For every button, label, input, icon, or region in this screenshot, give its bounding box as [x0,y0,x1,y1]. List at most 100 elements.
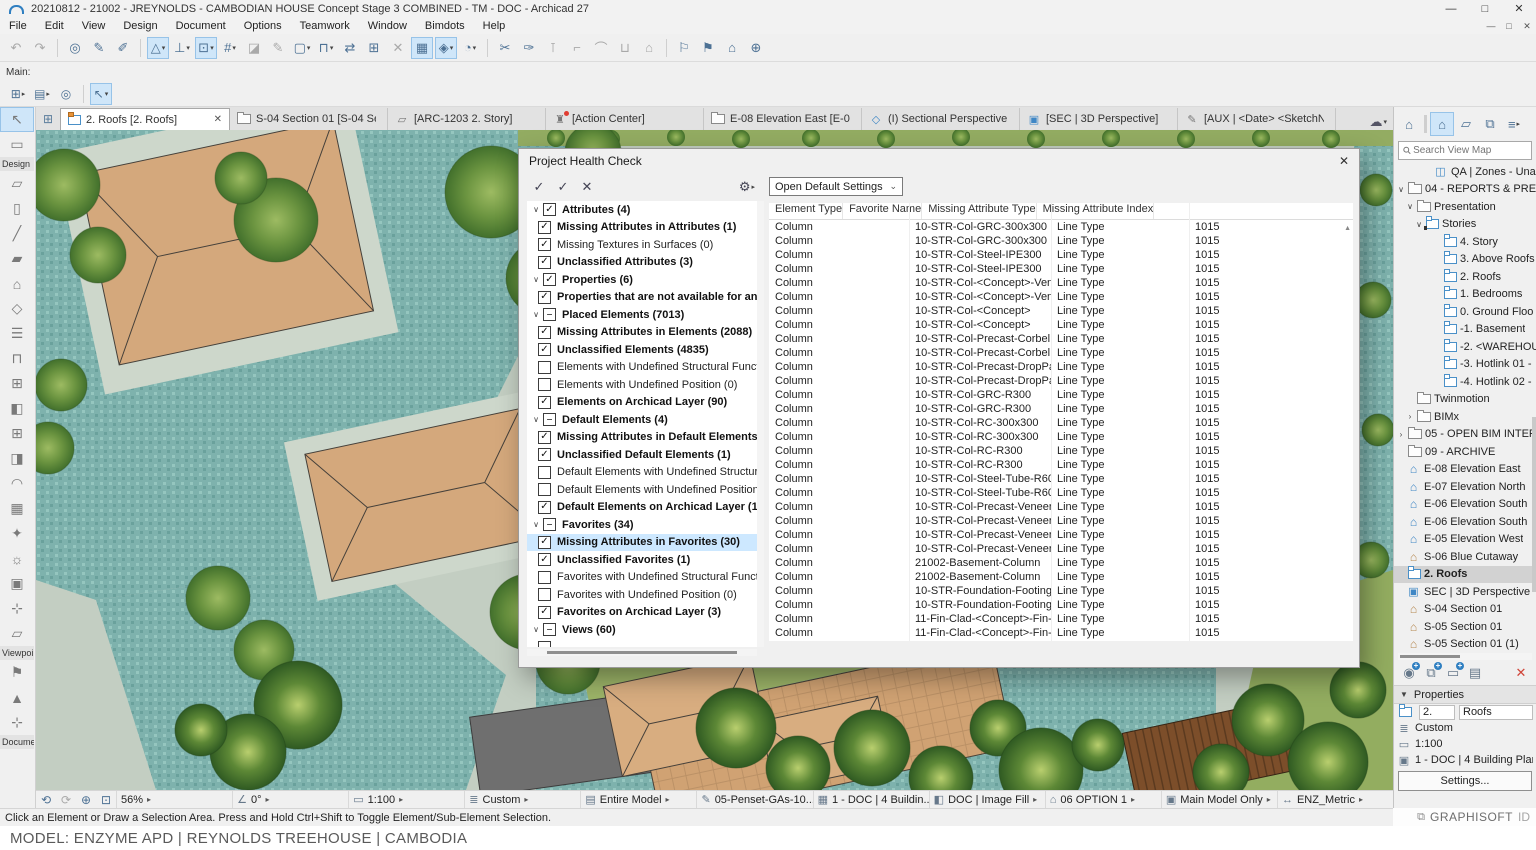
table-row[interactable]: Column 10-STR-Col-RC-300x300 Line Type 1… [769,416,1353,430]
view-settings-icon[interactable]: ▤ [1464,663,1486,683]
health-check-item[interactable]: Properties that are not available for an… [527,289,757,307]
checkbox[interactable] [538,536,551,549]
view-map-item[interactable]: SEC | 3D Perspective [1394,583,1536,601]
table-row[interactable]: Column 10-STR-Col-Precast-Corbel Line Ty… [769,346,1353,360]
pen-icon[interactable]: ✎ [88,37,110,59]
table-row[interactable]: Column 10-STR-Col-Steel-Tube-R600 Line T… [769,472,1353,486]
menu-item[interactable]: File [0,20,36,32]
pen-set[interactable]: ✎ 05-Penset-GAs-10... ▸ [696,791,812,808]
save-current-view-icon[interactable]: ◉ [1398,663,1420,683]
graphic-overrides[interactable]: ◧ DOC | Image Fill ▸ [929,791,1045,808]
health-check-item[interactable]: ∨ Attributes (4) [527,201,757,219]
table-row[interactable]: Column 10-STR-Foundation-Footing Line Ty… [769,584,1353,598]
menu-item[interactable]: Help [474,20,515,32]
expand-icon[interactable]: ∨ [529,275,543,284]
morph-tool[interactable]: ◠ [0,471,34,496]
mdi-minimize-button[interactable]: — [1482,21,1500,32]
new-folder-icon[interactable]: ▭ [1442,663,1464,683]
checkbox[interactable] [538,606,551,619]
column-header[interactable]: Element Type [769,203,843,219]
column-header[interactable]: Missing Attribute Index [1037,203,1155,219]
table-row[interactable]: Column 10-STR-Col-GRC-300x300 Line Type … [769,234,1353,248]
next-view-icon[interactable]: ⟳ [56,792,76,808]
view-map-item[interactable]: 2. Roofs [1394,268,1536,286]
properties-header[interactable]: ▼ Properties [1394,685,1536,704]
health-check-item[interactable]: Favorites with Undefined Position (0) [527,586,757,604]
expand-icon[interactable]: › [1396,430,1406,439]
table-row[interactable]: Column 10-STR-Col-GRC-R300 Line Type 101… [769,388,1353,402]
tab-close-icon[interactable]: ✕ [214,114,222,125]
marquee-tool[interactable]: ▭ [0,132,34,157]
camera-tool[interactable]: ⊹ [0,710,34,735]
parameter-transfer-icon[interactable]: ⇄ [339,37,361,59]
snap-grid-icon[interactable]: #▾ [219,37,241,59]
checkbox[interactable] [538,396,551,409]
view-map-item[interactable]: E-07 Elevation North [1394,478,1536,496]
column-header[interactable]: Missing Attribute Type [922,203,1036,219]
search-box[interactable] [1398,141,1532,160]
checkbox[interactable] [538,291,551,304]
health-check-item[interactable] [527,639,757,648]
expand-icon[interactable]: ∨ [529,625,543,634]
scrollbar-thumb[interactable] [1400,655,1460,658]
home-story-icon[interactable]: ⌂ [721,37,743,59]
document-tab[interactable]: 2. Roofs [2. Roofs] ✕ [60,108,230,130]
fillet-icon[interactable]: ⌒ [590,37,612,59]
expand-icon[interactable]: ∨ [529,205,543,214]
table-row[interactable]: Column 10-STR-Col-Precast-Veneer-Rec Lin… [769,500,1353,514]
previous-view-icon[interactable]: ⟲ [36,792,56,808]
health-check-item[interactable]: ∨ Favorites (34) [527,516,757,534]
tab-overview-icon[interactable]: ⊞ [36,108,60,130]
view-map-item[interactable]: -1. Basement [1394,321,1536,339]
orbit-icon[interactable]: ◔▾ [459,37,481,59]
beam-tool[interactable]: ╱ [0,221,34,246]
menu-item[interactable]: View [73,20,115,32]
slab-tool[interactable]: ▰ [0,246,34,271]
zone-tool[interactable]: ▣ [0,571,34,596]
view-map-item[interactable]: 4. Story [1394,233,1536,251]
checkbox[interactable] [538,256,551,269]
table-row[interactable]: Column 10-STR-Col-Precast-Veneer-Circ Li… [769,528,1353,542]
popup-navigator-icon[interactable]: ⌂ [1397,112,1421,136]
zoom-icon[interactable]: ⊕ [76,792,96,808]
document-tab[interactable]: (I) Sectional Perspective [3D / ... [862,108,1020,130]
grid-tool[interactable]: ⊹ [0,596,34,621]
zoom-level[interactable]: 56% ▸ [116,791,232,808]
view-map-item[interactable]: E-06 Elevation South [1394,496,1536,514]
checkbox[interactable] [538,221,551,234]
view-map-item[interactable]: 3. Above Roofs [1394,251,1536,269]
redo-icon[interactable]: ↷ [29,37,51,59]
suspend-groups-icon[interactable]: ⊓▾ [315,37,337,59]
select-tool[interactable]: ↖ [0,107,34,132]
table-row[interactable]: Column 10-STR-Col-Precast-Veneer-Rec Lin… [769,514,1353,528]
base-icon[interactable]: ⌂ [638,37,660,59]
intersect-icon[interactable]: ⊔ [614,37,636,59]
wall-tool[interactable]: ▱ [0,171,34,196]
health-check-item[interactable]: Default Elements with Undefined Position [527,481,757,499]
view-map-item[interactable]: ∨ 04 - REPORTS & PRES [1394,181,1536,199]
view-map-item[interactable]: S-05 Section 01 [1394,618,1536,636]
column-header[interactable]: Favorite Name [843,203,922,219]
checkbox[interactable] [538,641,551,647]
fit-in-window-icon[interactable]: ⊡ [96,792,116,808]
table-row[interactable]: Column 10-STR-Col-<Concept>-Veneer Line … [769,290,1353,304]
navigator-horizontal-scrollbar[interactable] [1398,653,1532,660]
flags-icon[interactable]: ⚑ [697,37,719,59]
document-tab[interactable]: [SEC | 3D Perspective] [1020,108,1178,130]
table-row[interactable]: Column 11-Fin-Clad-<Concept>-Fin-150x Li… [769,626,1353,640]
checkbox[interactable] [543,203,556,216]
window-tool[interactable]: ⊞ [0,421,34,446]
view-map-item[interactable]: ∨ Stories [1394,216,1536,234]
partial-structure[interactable]: ▤ Entire Model ▸ [580,791,696,808]
orientation[interactable]: ∠ 0° ▸ [232,791,348,808]
design-options[interactable]: ▣ Main Model Only ▸ [1161,791,1277,808]
layer-combination[interactable]: ≣ Custom ▸ [464,791,580,808]
roof-tool[interactable]: ⌂ [0,271,34,296]
favorites-palette-icon[interactable]: ⊞▸ [7,83,29,105]
checkbox[interactable] [538,466,551,479]
teamwork-palette-icon[interactable]: ◎ [55,83,77,105]
health-check-item[interactable]: ∨ Properties (6) [527,271,757,289]
check-fixable-icon[interactable]: ✓ [551,177,575,197]
table-row[interactable]: Column 10-STR-Col-RC-R300 Line Type 1015 [769,458,1353,472]
pickup-parameters-icon[interactable]: ✑ [518,37,540,59]
